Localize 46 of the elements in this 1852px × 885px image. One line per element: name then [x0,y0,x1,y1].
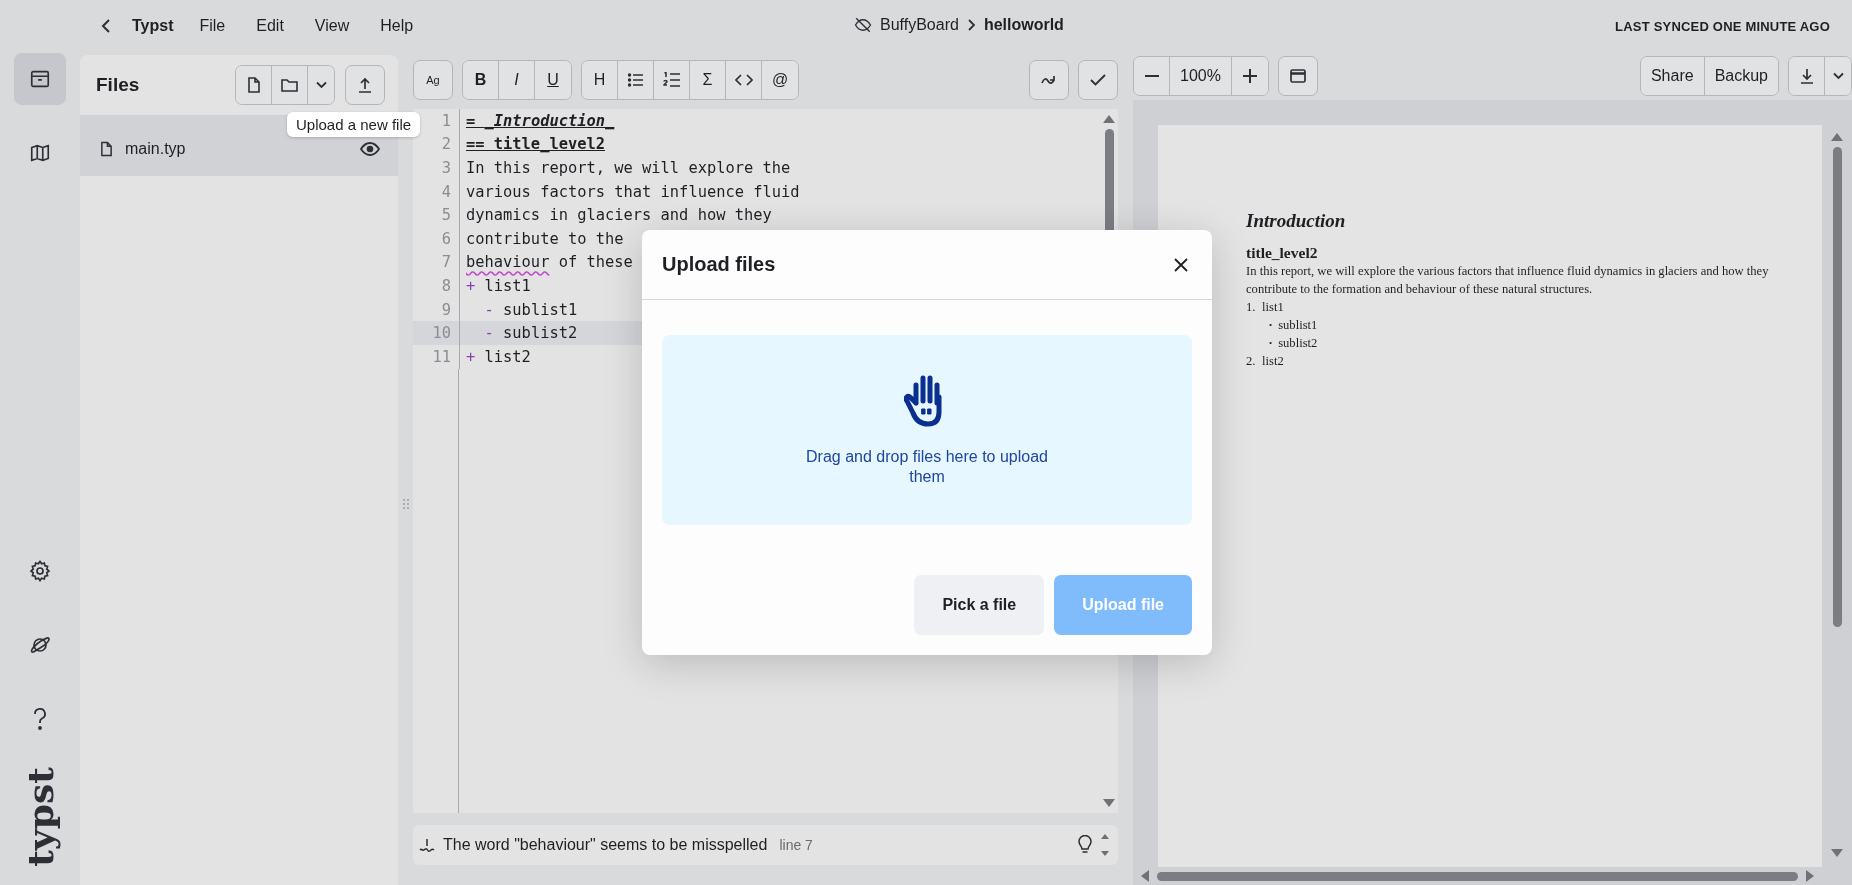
app-name: Typst [132,17,174,35]
code-text: list1 [484,276,531,295]
dropzone-text: Drag and drop files here to upload them [805,447,1049,487]
code-text: _Introduction_ [484,111,615,130]
list-number: 2. [1246,353,1256,370]
preview-subheading: title_level2 [1246,244,1319,262]
tooltip: Upload a new file [287,112,421,137]
diagnostic-message: The word "behaviour" seems to be misspelled [443,836,768,854]
dialog-title: Upload files [662,253,776,276]
code-text: contribute to the [466,229,624,248]
line-number: 10 [413,321,460,345]
file-name: helloworld [983,16,1064,34]
line-number: 3 [413,156,460,180]
line-number: 6 [413,226,460,251]
code-text: list2 [484,347,531,366]
list-item-text: list1 [1262,299,1284,316]
list-marker: + [466,347,477,366]
code-text: sublist2 [503,324,578,343]
code-text: In this report, we will explore the [466,159,791,177]
line-number: 7 [413,250,460,275]
list-marker: - [483,300,495,319]
code-text: dynamics in glaciers and how they [466,206,772,225]
list-marker: - [483,324,495,343]
code-text: various factors that influence fluid [466,182,800,201]
line-number: 4 [413,179,460,204]
line-number: 11 [413,344,460,369]
code-text: sublist1 [503,300,578,319]
list-item-text: sublist2 [1278,335,1318,352]
file-name: main.typ [125,140,186,158]
list-marker: + [466,276,477,295]
preview-paragraph: In this report, we will explore the various factors that influence fluid dynamics in glaciers and how they contribute to the formation and behaviour of these natural structures. [1246,263,1770,298]
bullet: • [1269,319,1273,332]
code-text: of these [557,253,633,272]
misspelled-word: behaviour [466,253,550,272]
preview-heading: Introduction [1246,210,1347,232]
typst-logo: typst [19,767,61,867]
list-item-text: list2 [1262,353,1284,370]
code-text: == title_level2 [466,135,605,154]
bullet: • [1269,337,1273,350]
line-number: 5 [413,203,460,227]
files-title: Files [96,74,140,96]
sync-status: LAST SYNCED ONE MINUTE AGO [1615,18,1830,34]
line-number: 8 [413,274,460,298]
list-item-text: sublist1 [1278,317,1318,334]
list-number: 1. [1246,299,1256,316]
code-text: = [466,111,477,130]
